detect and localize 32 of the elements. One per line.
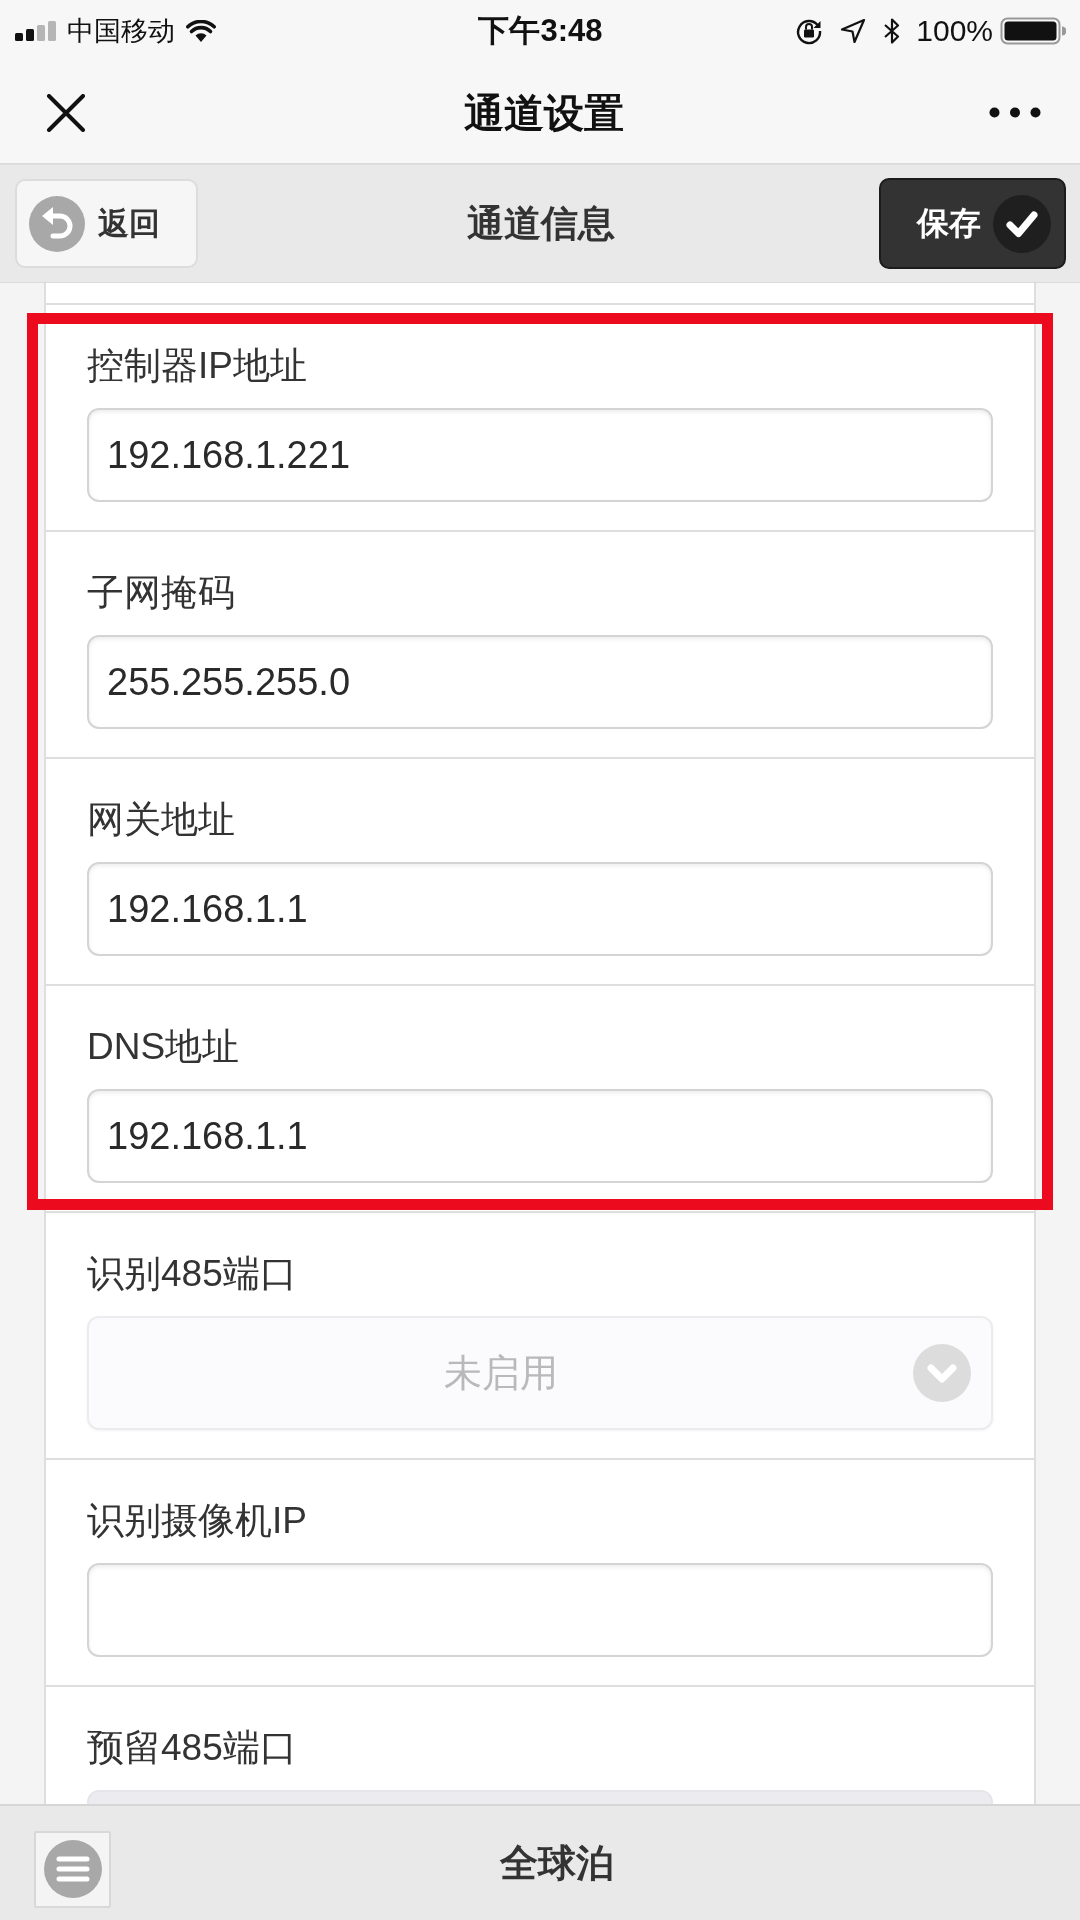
checkmark-icon	[993, 194, 1051, 253]
menu-icon	[43, 1840, 102, 1898]
bluetooth-icon	[883, 17, 902, 45]
field-label: 预留485端口	[87, 1726, 298, 1770]
close-icon[interactable]	[46, 93, 86, 132]
field-label: 控制器IP地址	[87, 344, 308, 388]
input-field[interactable]: 192.168.1.1	[87, 1089, 993, 1183]
back-button[interactable]: 返回	[15, 179, 198, 268]
field-label: 识别485端口	[87, 1252, 298, 1296]
input-field[interactable]: 192.168.1.221	[87, 408, 993, 502]
wifi-icon	[186, 20, 216, 42]
field-label: 网关地址	[87, 798, 236, 842]
input-field[interactable]: 255.255.255.0	[87, 635, 993, 729]
menu-button[interactable]	[34, 1830, 111, 1908]
battery-icon	[1000, 17, 1066, 45]
field-label: 识别摄像机IP	[87, 1499, 308, 1543]
input-field[interactable]	[87, 1563, 993, 1657]
field-label: DNS地址	[87, 1025, 241, 1069]
footer-title: 全球泊	[500, 1841, 614, 1886]
section-title: 通道信息	[466, 201, 615, 246]
page-title: 通道设置	[463, 89, 624, 137]
clock-time: 下午3:48	[478, 13, 603, 49]
signal-icon	[15, 21, 58, 41]
location-arrow-icon	[840, 18, 867, 44]
field-label: 子网掩码	[87, 571, 236, 615]
carrier-name: 中国移动	[67, 15, 175, 48]
chevron-down-icon	[913, 1344, 971, 1402]
more-icon[interactable]	[989, 107, 1041, 118]
orientation-lock-icon	[795, 17, 824, 45]
save-button[interactable]: 保存	[879, 178, 1066, 269]
battery-percent: 100%	[916, 13, 993, 49]
input-field[interactable]: 192.168.1.1	[87, 862, 993, 956]
